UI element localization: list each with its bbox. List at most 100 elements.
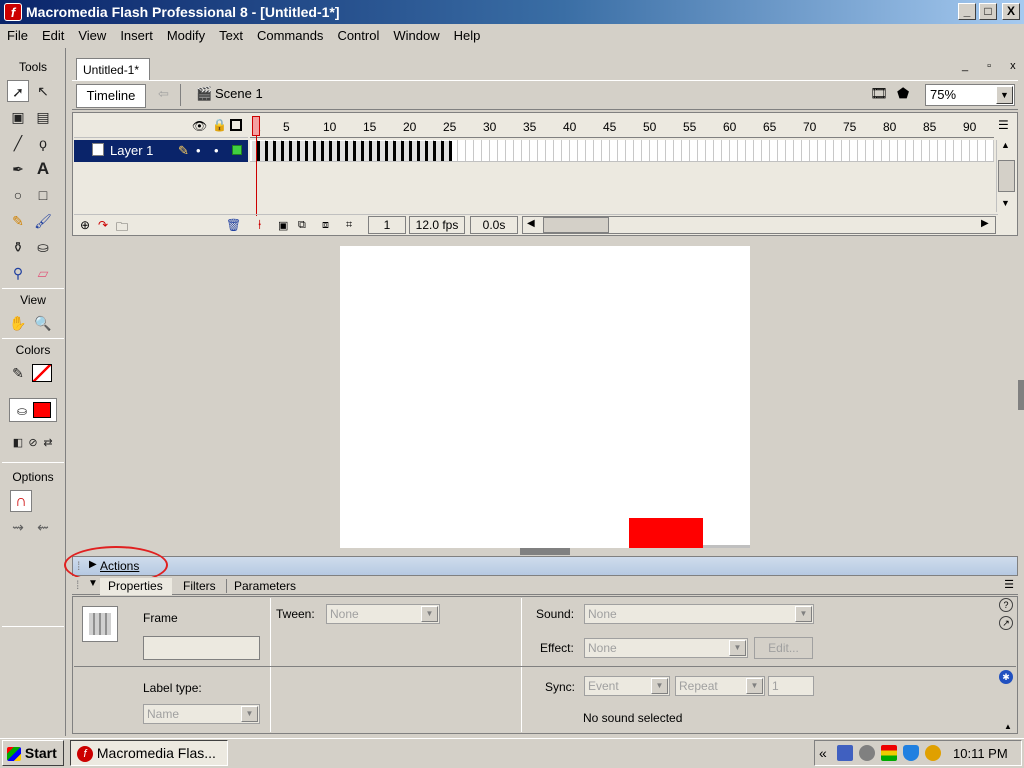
brush-tool-icon[interactable]: 🖌 (32, 210, 54, 232)
layer-lock-dot-icon[interactable]: • (214, 143, 219, 158)
dropdown-arrow-icon[interactable]: ▼ (746, 678, 763, 694)
fill-color-swatch[interactable] (33, 402, 51, 418)
keyframes-span[interactable] (252, 141, 452, 161)
scene-label[interactable]: Scene 1 (215, 86, 263, 101)
tab-properties[interactable]: Properties (100, 578, 172, 595)
back-arrow-icon[interactable]: ⇦ (158, 86, 169, 102)
tab-filters[interactable]: Filters (183, 579, 216, 593)
pen-tool-icon[interactable]: ✒ (7, 158, 29, 180)
menu-text[interactable]: Text (212, 28, 250, 43)
start-button[interactable]: Start (2, 740, 64, 766)
document-window-controls-icon[interactable]: _ ▫ x (962, 60, 1024, 72)
effect-select[interactable]: None ▼ (584, 638, 748, 658)
hand-tool-icon[interactable]: ✋ (7, 312, 29, 334)
oval-tool-icon[interactable]: ○ (7, 184, 29, 206)
timeline-horizontal-scrollbar[interactable]: ◀ ▶ (522, 216, 996, 234)
sound-select[interactable]: None ▼ (584, 604, 814, 624)
eye-icon[interactable]: 👁 (192, 119, 207, 133)
menu-file[interactable]: File (0, 28, 35, 43)
panel-collapse-handle[interactable] (520, 548, 570, 555)
edit-scene-icon[interactable]: 🎞 (870, 85, 888, 102)
minimize-button[interactable]: _ (958, 3, 976, 20)
menu-insert[interactable]: Insert (113, 28, 160, 43)
subselection-tool-icon[interactable]: ↖ (32, 80, 54, 102)
menu-modify[interactable]: Modify (160, 28, 212, 43)
smooth-icon[interactable]: ⇝ (7, 516, 29, 538)
zoom-tool-icon[interactable]: 🔍 (32, 312, 54, 334)
menu-edit[interactable]: Edit (35, 28, 71, 43)
line-tool-icon[interactable]: ╱ (7, 132, 29, 154)
menu-control[interactable]: Control (330, 28, 386, 43)
timeline-menu-icon[interactable]: ☰ (998, 118, 1009, 132)
menu-commands[interactable]: Commands (250, 28, 330, 43)
edit-multiple-frames-icon[interactable]: ⧈ (322, 219, 329, 232)
frame-ruler[interactable]: 1 5 10 15 20 25 30 35 40 45 50 55 60 65 … (250, 114, 994, 138)
timeline-vertical-scrollbar[interactable]: ▲ ▼ (996, 140, 1016, 212)
edit-sound-button[interactable]: Edit... (754, 637, 813, 659)
menu-view[interactable]: View (71, 28, 113, 43)
document-tab[interactable]: Untitled-1* (76, 58, 150, 80)
shield-icon[interactable] (903, 745, 919, 761)
layer-visible-dot-icon[interactable]: • (196, 143, 201, 158)
playhead[interactable] (252, 116, 260, 136)
insert-layer-icon[interactable]: ⊕ (80, 218, 90, 232)
scroll-thumb[interactable] (543, 217, 609, 233)
pencil-tool-icon[interactable]: ✎ (7, 210, 29, 232)
straighten-icon[interactable]: ⇜ (32, 516, 54, 538)
dropdown-arrow-icon[interactable]: ▼ (795, 606, 812, 622)
help-icon[interactable]: ? (999, 598, 1013, 612)
dropdown-arrow-icon[interactable]: ▼ (651, 678, 668, 694)
scroll-thumb[interactable] (998, 160, 1015, 192)
paint-bucket-tool-icon[interactable]: ⛀ (32, 236, 54, 258)
text-tool-icon[interactable]: A (32, 158, 54, 180)
frame-label-input[interactable] (143, 636, 260, 660)
onion-outline-icon[interactable]: ⧉ (298, 219, 306, 232)
scroll-up-icon[interactable]: ▲ (1001, 140, 1010, 150)
add-motion-guide-icon[interactable]: ↷ (98, 218, 108, 232)
tab-parameters[interactable]: Parameters (234, 579, 296, 593)
menu-help[interactable]: Help (447, 28, 488, 43)
ink-bottle-tool-icon[interactable]: ⚱ (7, 236, 29, 258)
volume-icon[interactable] (859, 745, 875, 761)
frame-rate[interactable]: 12.0 fps (409, 216, 465, 234)
close-button[interactable]: X (1002, 3, 1020, 20)
layer-outline-color-icon[interactable] (232, 145, 242, 155)
center-frame-icon[interactable]: ⍿ (258, 217, 261, 233)
sync-select[interactable]: Event ▼ (584, 676, 670, 696)
zoom-select[interactable]: 75% ▼ (925, 84, 1015, 106)
edit-symbols-icon[interactable]: ⬟ (897, 85, 909, 102)
layer-row[interactable]: Layer 1 ✎ • • (74, 140, 248, 162)
tween-select[interactable]: None ▼ (326, 604, 440, 624)
eyedropper-tool-icon[interactable]: ⚲ (7, 262, 29, 284)
delete-layer-icon[interactable]: 🗑 (226, 218, 241, 232)
repeat-select[interactable]: Repeat ▼ (675, 676, 765, 696)
outline-icon[interactable] (230, 119, 242, 131)
timeline-toggle-button[interactable]: Timeline (76, 84, 146, 108)
snap-magnet-icon[interactable]: ∩ (10, 490, 32, 512)
eraser-tool-icon[interactable]: ▱ (32, 262, 54, 284)
rectangle-tool-icon[interactable]: □ (32, 184, 54, 206)
scroll-right-icon[interactable]: ▶ (981, 218, 989, 229)
tray-expand-icon[interactable]: « (819, 745, 827, 761)
network-icon[interactable] (837, 745, 853, 761)
label-type-select[interactable]: Name ▼ (143, 704, 260, 724)
open-reference-icon[interactable]: ↗ (999, 616, 1013, 630)
stage-canvas[interactable] (340, 246, 750, 548)
properties-menu-icon[interactable]: ☰ (1004, 578, 1014, 591)
selection-tool-icon[interactable]: ➚ (7, 80, 29, 102)
dropdown-arrow-icon[interactable]: ▼ (241, 706, 258, 722)
collapse-arrow-icon[interactable]: ▼ (88, 578, 98, 589)
fill-transform-tool-icon[interactable]: ▤ (32, 106, 54, 128)
taskbar-flash-item[interactable]: f Macromedia Flas... (70, 740, 228, 766)
swap-colors-icon[interactable]: ⇄ (37, 432, 59, 454)
traffic-light-icon[interactable] (881, 745, 897, 761)
accessibility-icon[interactable]: ✱ (999, 670, 1013, 684)
lasso-tool-icon[interactable]: ϙ (32, 132, 54, 154)
stroke-color-swatch[interactable] (32, 364, 52, 382)
panel-expand-handle[interactable] (1018, 380, 1024, 410)
onion-skin-icon[interactable]: ▣ (278, 219, 288, 232)
dropdown-arrow-icon[interactable]: ▼ (729, 640, 746, 656)
free-transform-tool-icon[interactable]: ▣ (7, 106, 29, 128)
dropdown-arrow-icon[interactable]: ▼ (421, 606, 438, 622)
lock-icon[interactable]: 🔒 (212, 118, 227, 132)
